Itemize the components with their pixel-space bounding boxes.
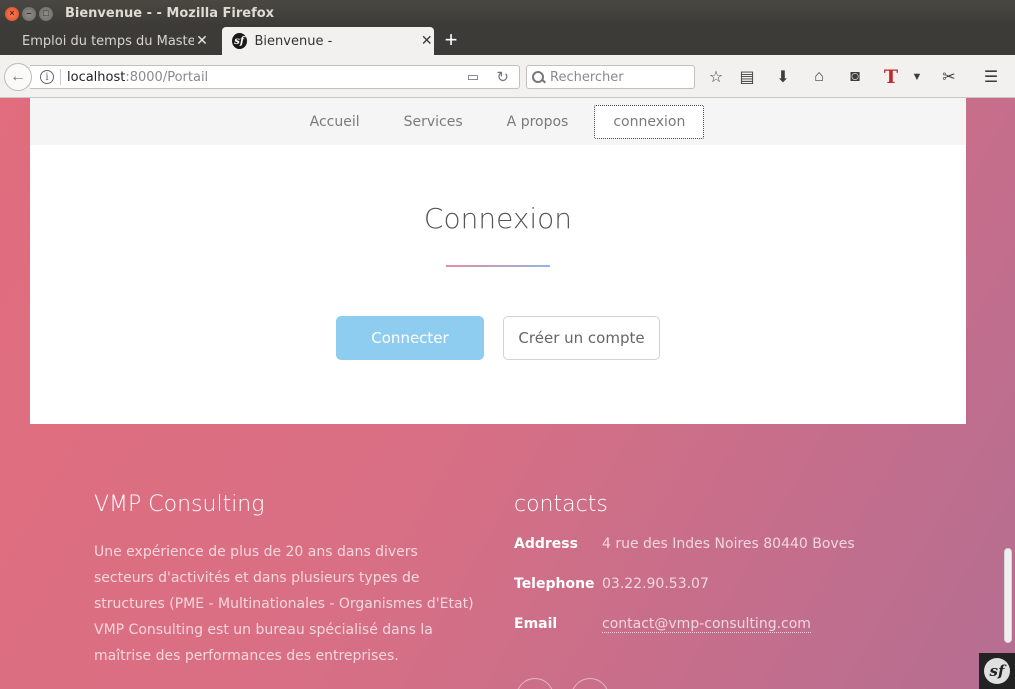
reload-icon[interactable]: ↻ — [496, 68, 509, 86]
page-scrollbar[interactable] — [1004, 548, 1012, 643]
window-minimize-icon[interactable]: – — [22, 6, 36, 21]
contact-label: Telephone — [514, 576, 595, 592]
contact-row-telephone: Telephone 03.22.90.53.07 — [514, 571, 914, 597]
reader-view-icon[interactable]: ▭ — [467, 70, 479, 85]
text-extension-icon[interactable]: T — [880, 66, 902, 88]
back-button[interactable]: ← — [4, 63, 32, 91]
menu-item-a-propos[interactable]: A propos — [489, 106, 587, 138]
contact-value: 03.22.90.53.07 — [602, 576, 709, 592]
bookmarks-menu-icon[interactable]: ▤ — [736, 67, 758, 87]
contact-row-address: Address 4 rue des Indes Noires 80440 Bov… — [514, 531, 914, 557]
create-account-button[interactable]: Créer un compte — [503, 316, 660, 360]
contact-row-email: Email contact@vmp-consulting.com — [514, 611, 914, 637]
symfony-favicon-icon: sf — [232, 33, 247, 49]
window-controls: × – □ — [5, 6, 53, 21]
site-menu: Accueil Services A propos connexion — [30, 98, 966, 145]
company-description-line-1: Une expérience de plus de 20 ans dans di… — [94, 544, 474, 612]
window-title: Bienvenue - - Mozilla Firefox — [65, 6, 275, 21]
window-close-icon[interactable]: × — [5, 6, 19, 21]
tab-label: Bienvenue - — [254, 33, 333, 49]
url-path: :8000/Portail — [125, 69, 209, 85]
company-description-line-2: VMP Consulting est un bureau spécialisé … — [94, 622, 433, 664]
symfony-logo-icon: sf — [984, 658, 1010, 684]
symfony-debug-toolbar-button[interactable]: sf — [979, 653, 1015, 689]
downloads-icon[interactable]: ⬇ — [772, 67, 794, 87]
contact-value: 4 rue des Indes Noires 80440 Boves — [602, 536, 855, 552]
url-host: localhost — [67, 69, 126, 85]
home-icon[interactable]: ⌂ — [808, 67, 830, 87]
contact-label: Address — [514, 536, 578, 552]
menu-item-accueil[interactable]: Accueil — [292, 106, 378, 138]
screenshot-icon[interactable]: ✂ — [938, 67, 960, 87]
social-icon[interactable] — [516, 678, 554, 689]
menu-item-services[interactable]: Services — [386, 106, 481, 138]
new-tab-button[interactable]: + — [440, 29, 462, 53]
search-box[interactable] — [526, 65, 695, 89]
footer-contacts: contacts Address 4 rue des Indes Noires … — [514, 492, 914, 637]
window-maximize-icon[interactable]: □ — [39, 6, 53, 21]
login-card: Accueil Services A propos connexion Conn… — [30, 98, 966, 424]
contacts-heading: contacts — [514, 492, 608, 517]
url-bar[interactable]: i localhost:8000/Portail ▭ ↻ — [30, 65, 520, 89]
site-info-icon[interactable]: i — [40, 70, 54, 84]
tab-label: Emploi du temps du Master GI — [22, 33, 194, 49]
navigation-toolbar: i localhost:8000/Portail ▭ ↻ ← ☆ ▤ ⬇ ⌂ ◙… — [0, 55, 1015, 98]
pocket-icon[interactable]: ◙ — [844, 67, 866, 87]
tab-close-icon[interactable]: ✕ — [420, 33, 435, 49]
url-separator — [60, 69, 61, 85]
email-link[interactable]: contact@vmp-consulting.com — [602, 616, 811, 633]
extension-dropdown-icon[interactable]: ▼ — [906, 67, 928, 87]
tab-emploi-du-temps[interactable]: Emploi du temps du Master GI ✕ — [12, 27, 220, 55]
footer-company: VMP Consulting Une expérience de plus de… — [94, 492, 474, 669]
title-divider — [446, 265, 550, 267]
connect-button[interactable]: Connecter — [336, 316, 484, 360]
bookmark-star-icon[interactable]: ☆ — [705, 67, 727, 87]
search-icon — [532, 71, 544, 83]
company-description: Une expérience de plus de 20 ans dans di… — [94, 539, 474, 669]
tab-close-icon[interactable]: ✕ — [194, 33, 210, 49]
contact-label: Email — [514, 616, 558, 632]
search-input[interactable] — [550, 69, 690, 85]
tab-bienvenue[interactable]: sf Bienvenue - ✕ — [222, 27, 434, 55]
page-viewport: Accueil Services A propos connexion Conn… — [0, 98, 1015, 689]
hamburger-menu-icon[interactable]: ☰ — [980, 67, 1002, 87]
menu-item-connexion[interactable]: connexion — [594, 104, 705, 139]
window-titlebar: × – □ Bienvenue - - Mozilla Firefox — [0, 0, 1015, 27]
page-title: Connexion — [423, 202, 573, 235]
social-icon[interactable] — [571, 678, 609, 689]
company-heading: VMP Consulting — [94, 492, 265, 517]
tab-strip: Emploi du temps du Master GI ✕ sf Bienve… — [0, 27, 1015, 55]
